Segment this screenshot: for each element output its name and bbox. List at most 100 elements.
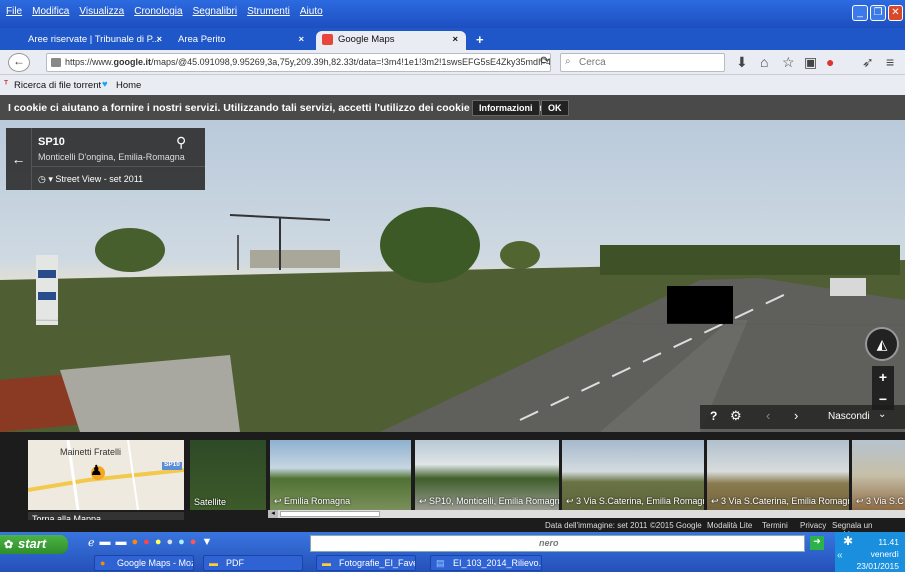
task-rilievo[interactable]: ▤ EI_103_2014_Rilievo... bbox=[430, 555, 542, 571]
task-label: EI_103_2014_Rilievo... bbox=[453, 558, 542, 568]
menu-visualizza[interactable]: Visualizza bbox=[79, 6, 124, 17]
lite-mode-link[interactable]: Modalità Lite bbox=[707, 521, 752, 530]
torrent-icon: ᵀ bbox=[4, 79, 9, 90]
windows-logo-icon: ✿ bbox=[4, 539, 14, 551]
terms-link[interactable]: Termini bbox=[762, 521, 788, 530]
clipboard-icon[interactable]: ▣ bbox=[804, 54, 817, 71]
prev-arrow-icon[interactable]: ‹ bbox=[766, 408, 770, 423]
tab-close-button[interactable]: × bbox=[156, 34, 162, 45]
photo-thumbnail[interactable]: ↩ 3 Via S.Caterina, Emilia Romagna bbox=[707, 440, 849, 510]
photo-thumbnail[interactable]: ↩ Emilia Romagna bbox=[270, 440, 411, 510]
minimize-button[interactable]: _ bbox=[852, 5, 868, 21]
task-pdf[interactable]: ▬ PDF bbox=[203, 555, 303, 571]
tab-close-button[interactable]: × bbox=[298, 34, 304, 45]
photo-label: ↩ SP10, Monticelli, Emilia Romagna bbox=[419, 496, 559, 507]
chevron-down-icon[interactable]: ⌄ bbox=[878, 409, 886, 420]
addon-icon[interactable]: ● bbox=[826, 54, 834, 70]
close-window-button[interactable]: ✕ bbox=[888, 5, 903, 21]
reload-icon[interactable]: ⟳ bbox=[540, 54, 549, 67]
media-icon[interactable]: ● bbox=[143, 536, 150, 549]
next-arrow-icon[interactable]: › bbox=[794, 408, 798, 423]
menu-strumenti[interactable]: Strumenti bbox=[247, 6, 290, 17]
tab-google-maps[interactable]: Google Maps × bbox=[316, 31, 466, 50]
imagery-date-label: Street View - set 2011 bbox=[55, 174, 144, 184]
clock-date: 23/01/2015 bbox=[856, 561, 899, 571]
cookie-banner: I cookie ci aiutano a fornire i nostri s… bbox=[0, 95, 905, 120]
back-arrow-button[interactable]: ← bbox=[6, 128, 32, 190]
photo-caption: SP10, Monticelli, Emilia Romagna bbox=[429, 496, 559, 506]
bookmark-home[interactable]: Home bbox=[116, 80, 141, 91]
task-fotografie[interactable]: ▬ Fotografie_EI_Faver... bbox=[316, 555, 416, 571]
menu-bar: File Modifica Visualizza Cronologia Segn… bbox=[0, 0, 905, 28]
menu-segnalibri[interactable]: Segnalibri bbox=[193, 6, 237, 17]
cookie-text: I cookie ci aiutano a fornire i nostri s… bbox=[8, 102, 552, 114]
satellite-thumbnail[interactable]: Satellite bbox=[190, 440, 266, 510]
nero-logo: nero bbox=[539, 538, 559, 548]
compass-icon[interactable]: ◭ bbox=[865, 327, 899, 361]
send-icon[interactable]: ➶ bbox=[862, 54, 874, 71]
ie-icon[interactable]: ℯ bbox=[88, 536, 95, 549]
nero-toolbar[interactable]: nero bbox=[310, 535, 805, 552]
maximize-button[interactable]: ❐ bbox=[870, 5, 886, 21]
settings-gear-icon[interactable]: ⚙ bbox=[730, 408, 742, 424]
firefox-icon[interactable]: ● bbox=[132, 536, 139, 549]
zoom-in-button[interactable]: + bbox=[872, 366, 894, 388]
photo-label: ↩ 3 Via S.C bbox=[856, 496, 904, 506]
tab-area-perito[interactable]: Area Perito × bbox=[170, 31, 312, 50]
cookie-info-button[interactable]: Informazioni bbox=[472, 100, 540, 116]
folder-icon[interactable]: ▬ bbox=[100, 536, 111, 549]
menu-modifica[interactable]: Modifica bbox=[32, 6, 69, 17]
url-domain: google.it bbox=[113, 57, 152, 67]
home-icon[interactable]: ⌂ bbox=[760, 54, 768, 70]
hamburger-menu-icon[interactable]: ≡ bbox=[886, 54, 894, 70]
lock-icon bbox=[51, 58, 61, 67]
imagery-date-selector[interactable]: ◷ ▾ Street View - set 2011 bbox=[38, 174, 143, 185]
go-arrow-icon[interactable]: ➜ bbox=[810, 536, 824, 550]
help-icon[interactable]: ? bbox=[710, 409, 717, 423]
hide-thumbnails-button[interactable]: Nascondi bbox=[828, 411, 870, 422]
tab-bar: Aree riservate | Tribunale di P... × Are… bbox=[0, 28, 905, 50]
collapse-tray-icon[interactable]: « bbox=[837, 550, 843, 562]
street-view-panorama[interactable]: ← SP10 Monticelli D'ongina, Emilia-Romag… bbox=[0, 120, 905, 432]
start-label: start bbox=[18, 536, 47, 551]
tab-label: Aree riservate | Tribunale di P... bbox=[28, 34, 160, 45]
scroll-left-icon[interactable]: ◂ bbox=[268, 510, 278, 518]
photo-thumbnail[interactable]: ↩ 3 Via S.C bbox=[852, 440, 905, 510]
task-google-maps[interactable]: ● Google Maps - Mozilla... bbox=[94, 555, 194, 571]
search-icon: ⌕ bbox=[565, 56, 571, 67]
new-tab-button[interactable]: + bbox=[470, 31, 492, 50]
twitter-bird-icon: ♥ bbox=[102, 79, 108, 90]
app-icon[interactable]: ● bbox=[178, 536, 185, 549]
photo-caption: 3 Via S.Caterina, Emilia Romagna bbox=[576, 496, 704, 506]
scrollbar-thumb[interactable] bbox=[280, 511, 380, 517]
back-arrow-icon[interactable]: ← bbox=[8, 53, 30, 72]
app-icon[interactable]: ▼ bbox=[201, 536, 212, 549]
task-label: PDF bbox=[226, 558, 244, 568]
tray-icon[interactable]: ✱ bbox=[843, 535, 853, 547]
tab-tribunale[interactable]: Aree riservate | Tribunale di P... × bbox=[20, 31, 170, 50]
mini-map-thumbnail[interactable]: Mainetti Fratelli SP10 ♟ bbox=[28, 440, 184, 510]
menu-file[interactable]: File bbox=[6, 6, 22, 17]
strip-scrollbar[interactable]: ◂ bbox=[268, 510, 905, 518]
app-icon[interactable]: ● bbox=[155, 536, 162, 549]
search-input[interactable]: ⌕ Cerca bbox=[560, 53, 725, 72]
privacy-link[interactable]: Privacy bbox=[800, 521, 826, 530]
map-pin-icon[interactable]: ⚲ bbox=[176, 134, 186, 151]
tab-label: Google Maps bbox=[338, 34, 395, 45]
app-icon[interactable]: ● bbox=[166, 536, 173, 549]
start-button[interactable]: ✿ start bbox=[0, 535, 68, 554]
tab-close-button[interactable]: × bbox=[452, 34, 458, 45]
system-tray: ✱ « 11.41 venerdì 23/01/2015 bbox=[835, 532, 905, 572]
folder-icon[interactable]: ▬ bbox=[116, 536, 127, 549]
menu-cronologia[interactable]: Cronologia bbox=[134, 6, 182, 17]
photo-thumbnail[interactable]: ↩ SP10, Monticelli, Emilia Romagna bbox=[415, 440, 559, 510]
star-icon[interactable]: ☆ bbox=[782, 54, 795, 71]
download-icon[interactable]: ⬇ bbox=[736, 54, 748, 71]
panorama-bottom-bar: ? ⚙ ‹ › Nascondi ⌄ bbox=[700, 405, 905, 429]
menu-aiuto[interactable]: Aiuto bbox=[300, 6, 323, 17]
url-bar[interactable]: https://www.google.it/maps/@45.091098,9.… bbox=[46, 53, 551, 72]
bookmark-torrent[interactable]: Ricerca di file torrent bbox=[14, 80, 101, 91]
cookie-ok-button[interactable]: OK bbox=[541, 100, 569, 116]
app-icon[interactable]: ● bbox=[190, 536, 197, 549]
photo-thumbnail[interactable]: ↩ 3 Via S.Caterina, Emilia Romagna bbox=[562, 440, 704, 510]
